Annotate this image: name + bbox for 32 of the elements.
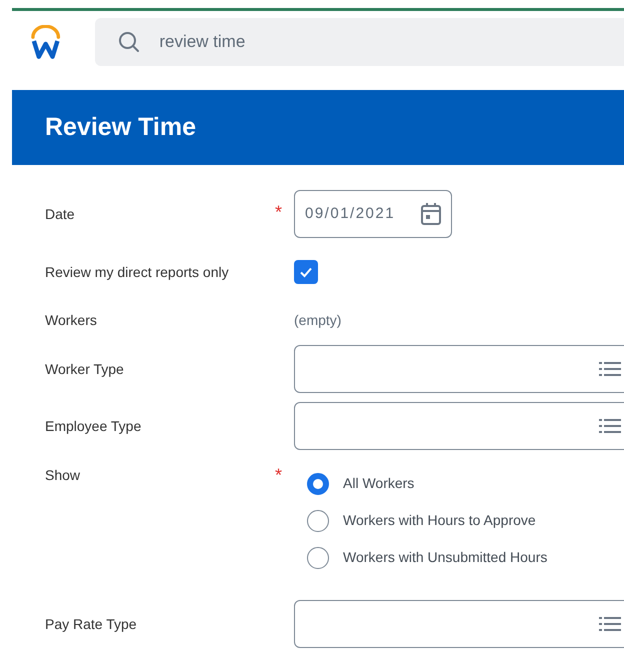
field-label: Worker Type xyxy=(45,360,125,379)
radio-label[interactable]: Workers with Unsubmitted Hours xyxy=(343,547,548,568)
prompt-field[interactable] xyxy=(294,345,624,393)
radio-button[interactable] xyxy=(307,510,329,532)
search-field[interactable]: review time xyxy=(95,18,624,66)
date-field[interactable]: 09/01/2021 xyxy=(294,190,452,238)
logo-icon[interactable] xyxy=(30,25,62,59)
field-label: Show xyxy=(45,466,82,485)
page-title: Review Time xyxy=(45,112,196,143)
checkbox[interactable] xyxy=(294,260,318,284)
list-icon[interactable] xyxy=(599,361,621,377)
prompt-field[interactable] xyxy=(294,402,624,450)
list-icon[interactable] xyxy=(599,418,621,434)
field-label: Employee Type xyxy=(45,417,142,436)
required-asterisk: * xyxy=(275,465,282,485)
search-text[interactable]: review time xyxy=(159,29,246,55)
radio-label[interactable]: All Workers xyxy=(343,473,414,494)
field-label: Review my direct reports only xyxy=(45,263,230,282)
field-label: Pay Rate Type xyxy=(45,615,138,634)
list-icon[interactable] xyxy=(599,616,621,632)
calendar-icon[interactable] xyxy=(421,203,441,225)
prompt-field[interactable] xyxy=(294,600,624,648)
checkmark-icon xyxy=(299,265,313,279)
field-label: Date xyxy=(45,205,76,224)
field-value: (empty) xyxy=(294,311,342,330)
search-icon xyxy=(118,31,140,53)
date-value[interactable]: 09/01/2021 xyxy=(305,202,396,226)
radio-button[interactable] xyxy=(307,546,329,568)
required-asterisk: * xyxy=(275,202,282,222)
radio-label[interactable]: Workers with Hours to Approve xyxy=(343,510,536,531)
radio-button[interactable] xyxy=(307,472,329,494)
field-label: Workers xyxy=(45,311,98,330)
